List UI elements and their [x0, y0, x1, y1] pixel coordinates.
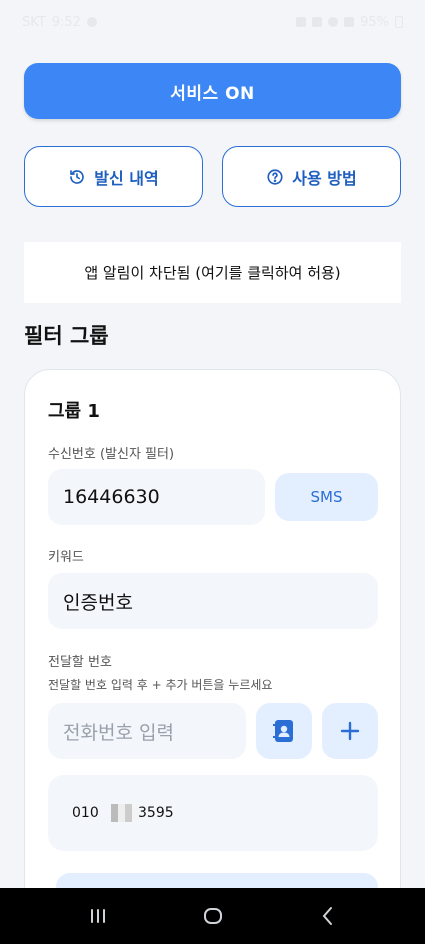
- send-history-label: 발신 내역: [94, 168, 159, 188]
- signal-icon: [344, 17, 355, 27]
- phone-number-input[interactable]: 전화번호 입력: [48, 703, 246, 759]
- usage-guide-button[interactable]: 사용 방법: [222, 146, 401, 207]
- sender-number-input[interactable]: 16446630: [48, 469, 265, 525]
- forward-number-label: 전달할 번호: [48, 655, 112, 670]
- filter-group-card: 그룹 1 수신번호 (발신자 필터) 16446630 SMS 키워드 인증번호…: [24, 369, 401, 933]
- location-icon: [328, 17, 339, 27]
- back-icon[interactable]: [317, 905, 339, 927]
- contact-book-icon: [273, 720, 293, 742]
- notification-icon: [86, 17, 97, 27]
- forward-number-hint: 전달할 번호 입력 후 + 추가 버튼을 누르세요: [48, 678, 273, 692]
- saved-number-item[interactable]: 010 3595: [48, 775, 378, 851]
- send-history-button[interactable]: 발신 내역: [24, 146, 203, 207]
- add-number-button[interactable]: [322, 703, 378, 759]
- alarm-icon: [312, 17, 323, 27]
- history-icon: [70, 169, 85, 184]
- keyword-input[interactable]: 인증번호: [48, 573, 378, 629]
- group-title: 그룹 1: [48, 401, 100, 422]
- sms-type-button[interactable]: SMS: [275, 473, 378, 521]
- home-icon[interactable]: [202, 905, 224, 927]
- recent-apps-icon[interactable]: [87, 905, 109, 927]
- contacts-button[interactable]: [256, 703, 312, 759]
- help-circle-icon: [267, 168, 283, 185]
- system-nav-bar: [0, 888, 425, 944]
- keyword-label: 키워드: [48, 550, 84, 565]
- sender-number-label: 수신번호 (발신자 필터): [48, 447, 175, 462]
- battery-percent: 95%: [360, 14, 389, 30]
- notification-blocked-banner[interactable]: 앱 알림이 차단됨 (여기를 클릭하여 허용): [24, 242, 401, 303]
- saved-number-suffix: 3595: [138, 805, 174, 821]
- battery-icon: [395, 16, 403, 28]
- usage-guide-label: 사용 방법: [292, 168, 357, 188]
- status-bar: SKT 9:52 95%: [0, 0, 425, 44]
- star-icon: [296, 17, 307, 27]
- clock: 9:52: [51, 14, 81, 30]
- service-toggle-button[interactable]: 서비스 ON: [24, 63, 401, 119]
- saved-number-prefix: 010: [72, 805, 99, 821]
- plus-icon: [340, 721, 360, 741]
- filter-section-title: 필터 그룹: [24, 324, 109, 348]
- masked-digits: [111, 804, 139, 822]
- carrier-label: SKT: [22, 14, 46, 30]
